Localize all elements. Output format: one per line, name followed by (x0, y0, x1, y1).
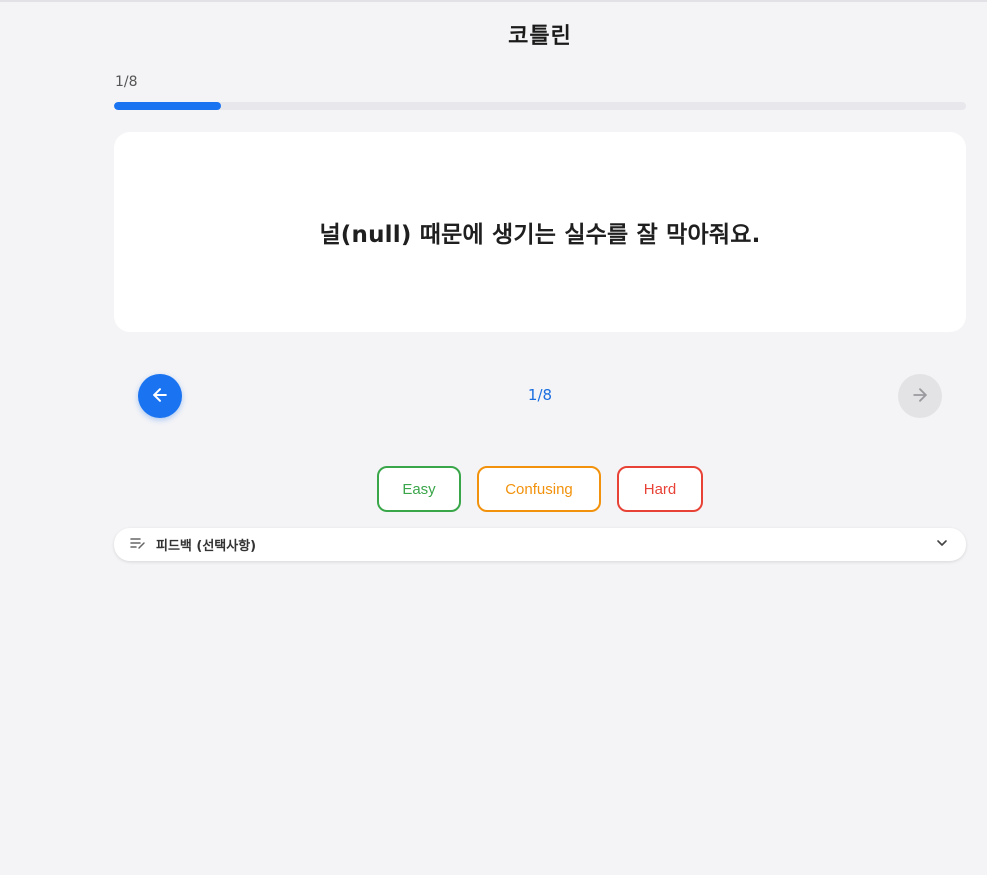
progress-counter: 1/8 (115, 74, 138, 90)
page-indicator: 1/8 (527, 386, 553, 404)
arrow-left-icon (150, 385, 170, 408)
top-divider (0, 0, 987, 2)
easy-button[interactable]: Easy (377, 466, 461, 512)
feedback-label: 피드백 (선택사항) (156, 539, 257, 554)
feedback-toggle[interactable]: 피드백 (선택사항) (114, 528, 966, 561)
arrow-right-icon (910, 385, 930, 408)
previous-card-button[interactable] (138, 374, 182, 418)
progress-bar (114, 102, 966, 110)
progress-bar-fill (114, 102, 221, 110)
confusing-button[interactable]: Confusing (477, 466, 601, 512)
chevron-down-icon (934, 535, 950, 555)
edit-notes-icon (130, 535, 146, 554)
flashcard-text: 널(null) 때문에 생기는 실수를 잘 막아줘요. (319, 222, 761, 248)
hard-button[interactable]: Hard (617, 466, 703, 512)
next-card-button[interactable] (898, 374, 942, 418)
flashcard[interactable]: 널(null) 때문에 생기는 실수를 잘 막아줘요. (114, 132, 966, 332)
page-title: 코틀린 (508, 24, 572, 49)
